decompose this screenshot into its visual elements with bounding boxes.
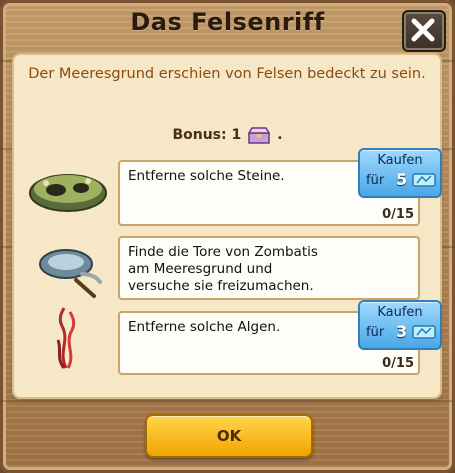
stone-icon: [26, 163, 110, 217]
buy-label: Kaufen: [377, 153, 423, 168]
task-text: Entferne solche Steine.: [128, 168, 285, 184]
close-x-icon: [411, 18, 435, 42]
close-button[interactable]: [402, 10, 446, 52]
bonus-label: Bonus: 1: [172, 127, 242, 143]
buy-stones-button[interactable]: Kaufen für 5: [358, 148, 442, 198]
plank-divider: [0, 400, 455, 402]
algae-icon: [52, 306, 80, 374]
buy-cost: 3: [396, 322, 408, 341]
chest-icon: [247, 127, 271, 144]
buy-label: Kaufen: [377, 305, 423, 320]
bonus-suffix: .: [277, 127, 283, 143]
task-progress: 0/15: [382, 356, 414, 371]
task-progress: 0/15: [382, 207, 414, 222]
buy-prefix: für: [366, 173, 385, 188]
bonus-row: Bonus: 1 .: [0, 126, 455, 144]
gate-pickaxe-icon: [36, 240, 104, 302]
task-text: Entferne solche Algen.: [128, 319, 281, 335]
task-text: Finde die Tore von Zombatis am Meeresgru…: [128, 244, 318, 294]
buy-algae-button[interactable]: Kaufen für 3: [358, 300, 442, 350]
ticket-icon: [412, 173, 436, 187]
ticket-icon: [412, 325, 436, 339]
buy-cost: 5: [396, 170, 408, 189]
buy-prefix: für: [366, 325, 385, 340]
intro-text: Der Meeresgrund erschien von Felsen bede…: [28, 66, 426, 82]
task-box-gates: Finde die Tore von Zombatis am Meeresgru…: [118, 236, 420, 300]
dialog-title: Das Felsenriff: [130, 8, 325, 36]
ok-button[interactable]: OK: [145, 414, 313, 458]
